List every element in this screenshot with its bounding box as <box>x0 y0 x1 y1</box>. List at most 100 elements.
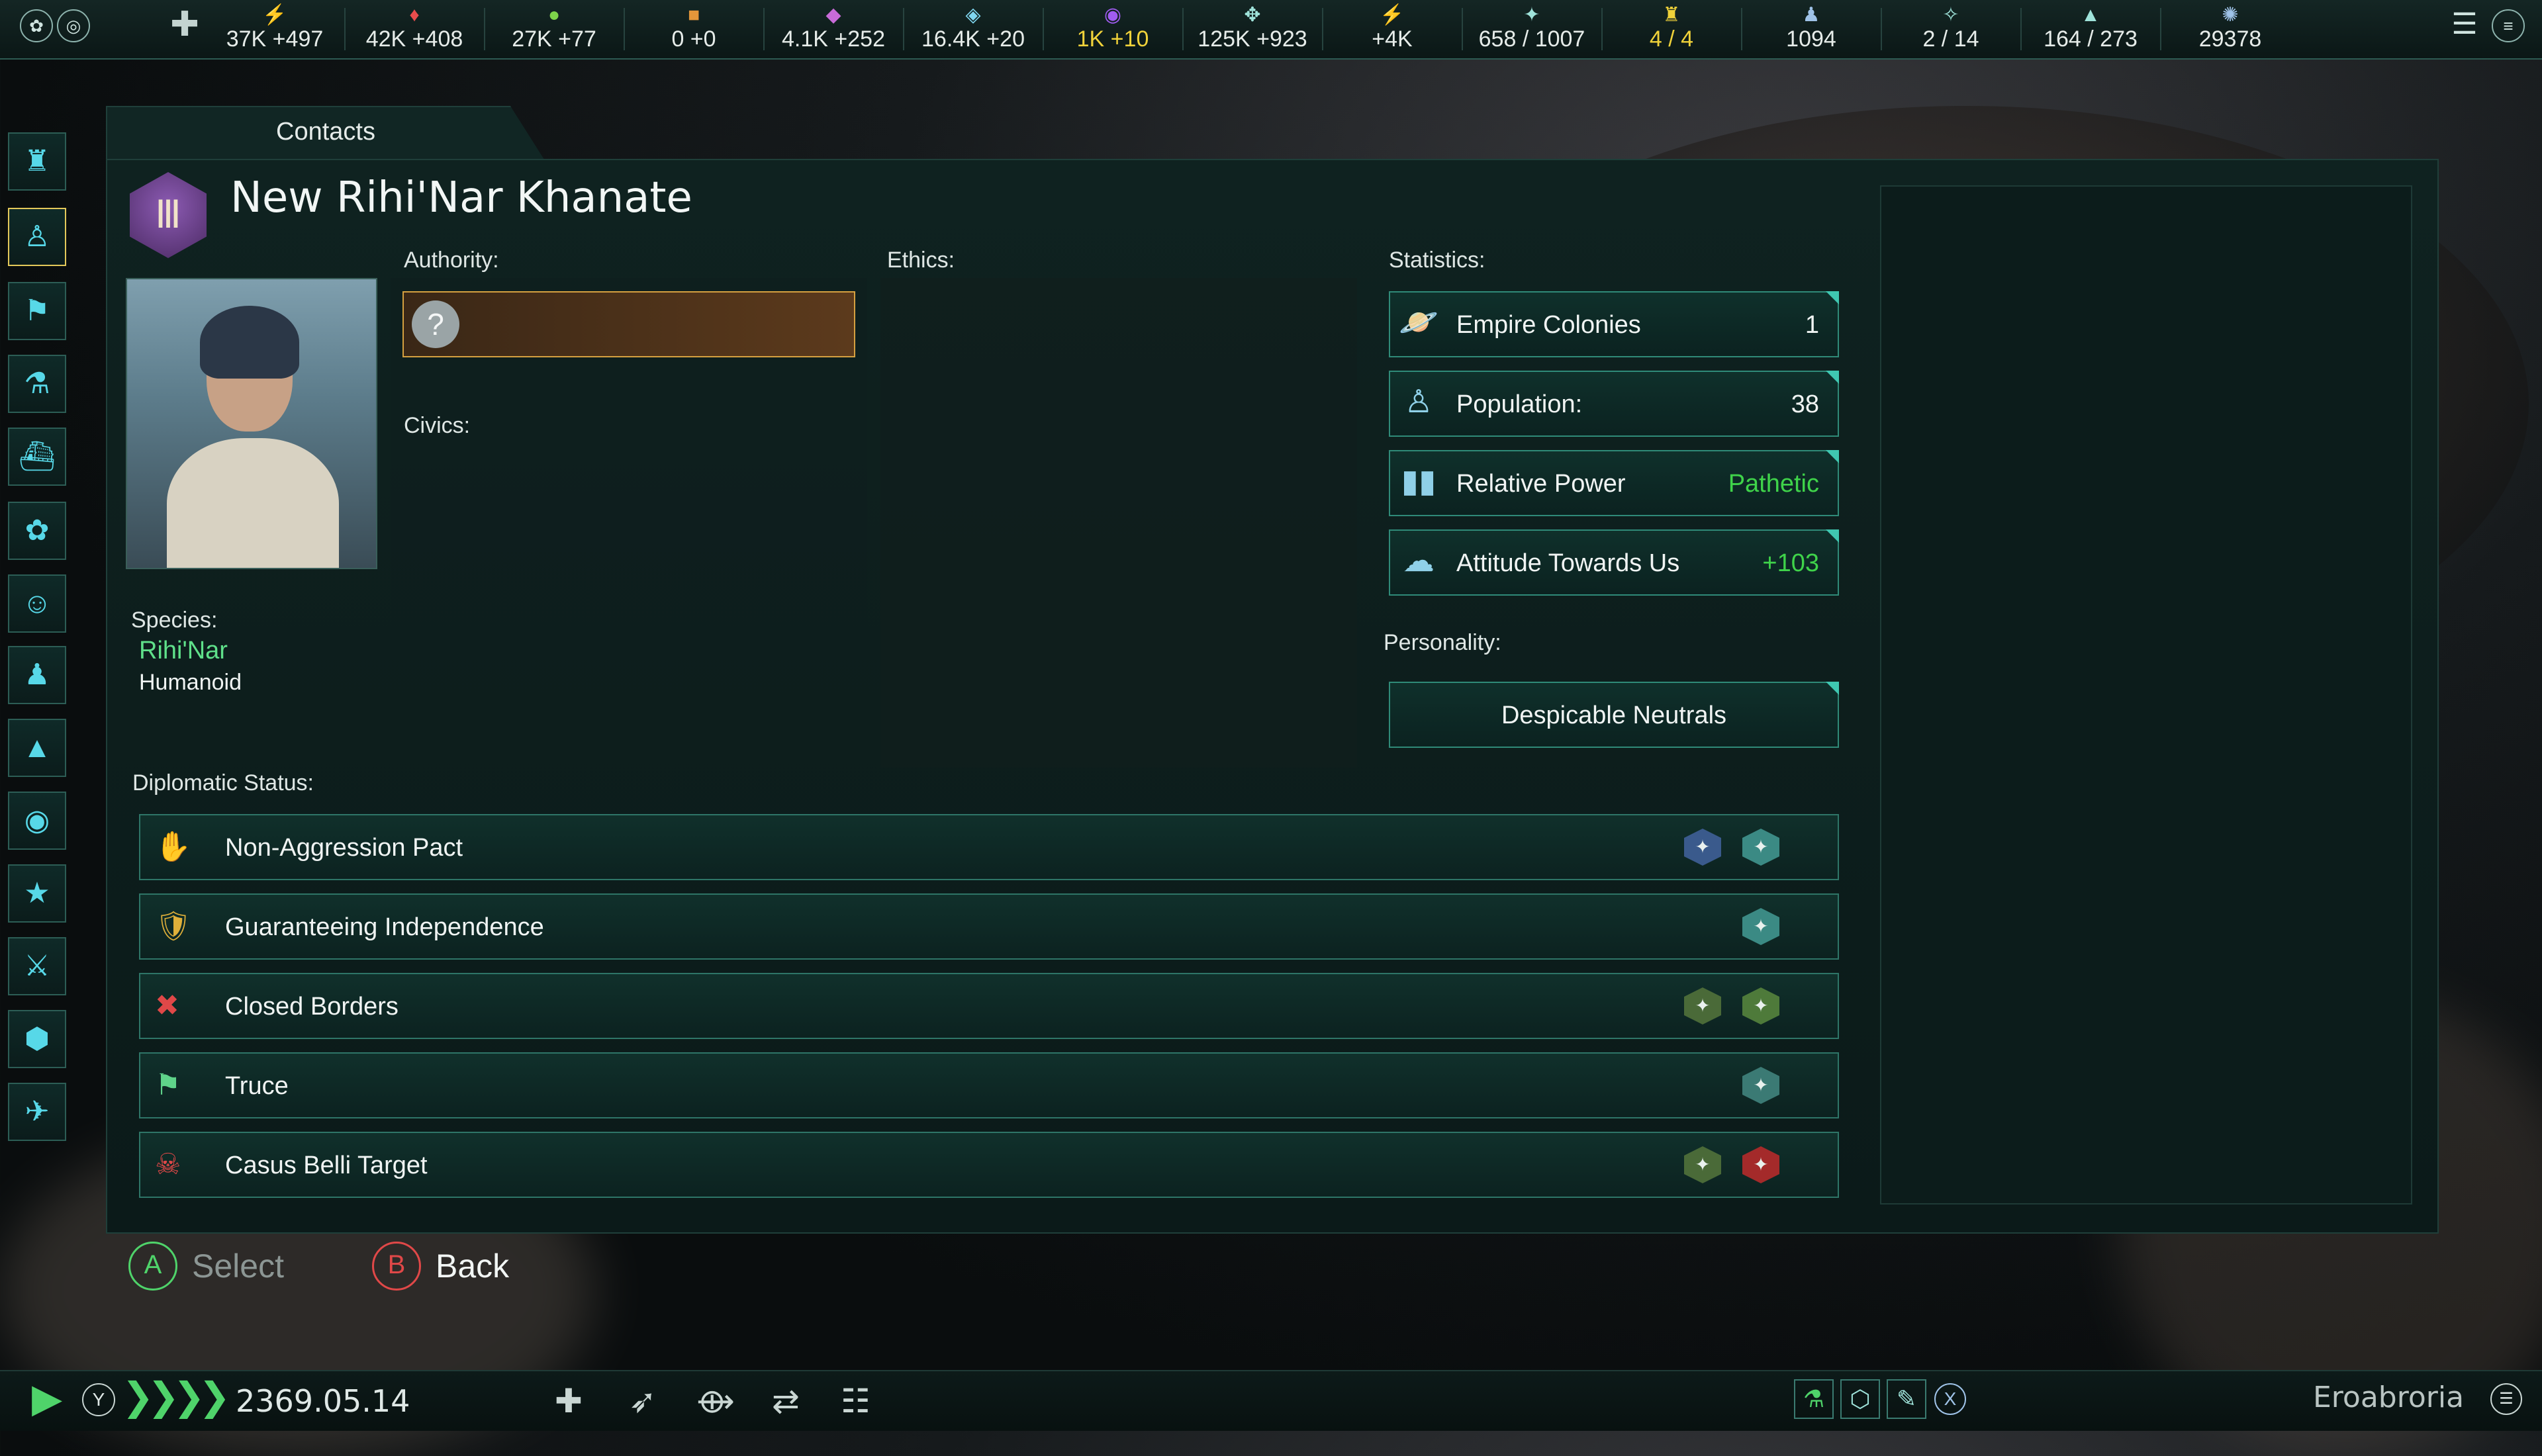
civics-label: Civics: <box>404 413 471 438</box>
stat-value: Pathetic <box>1728 470 1819 498</box>
empire-flag-teal[interactable]: ✦ <box>1742 908 1779 945</box>
sidebar-fleet-icon[interactable]: ⛴ <box>8 428 66 486</box>
diplomatic-status-row[interactable]: ☠ Casus Belli Target ✦ ✦ <box>139 1132 1839 1198</box>
expand-icon[interactable]: ✚ <box>555 1382 583 1420</box>
contacts-icon[interactable]: ☷ <box>841 1382 871 1420</box>
divider <box>1881 8 1882 50</box>
resource-value: +4K <box>1372 26 1413 52</box>
empire-flag-green[interactable]: ✦ <box>1684 1146 1721 1183</box>
sidebar-government-icon[interactable]: ♜ <box>8 132 66 191</box>
select-hint[interactable]: Select <box>192 1247 284 1285</box>
sidebar-traditions-icon[interactable]: ★ <box>8 864 66 923</box>
resource-value: 1094 <box>1786 26 1836 52</box>
authority-label: Authority: <box>404 248 499 273</box>
stat-row[interactable]: 🪐 Empire Colonies 1 <box>1389 291 1839 357</box>
personality-box[interactable]: Despicable Neutrals <box>1389 682 1839 748</box>
player-name: Eroabroria <box>2313 1381 2465 1414</box>
resource-bar: ✿ ◎ ✚ ⚡ 37K +497 ♦ 42K +408 ● 27K +77 ■ 0 +0 ◆ 4.… <box>0 0 2542 60</box>
tab-contacts[interactable]: Contacts <box>106 106 545 161</box>
sidebar-planets-icon[interactable]: ⬢ <box>8 1010 66 1068</box>
resource-fleet[interactable]: ▲ 164 / 273 <box>2024 4 2157 52</box>
divider <box>344 8 346 50</box>
sidebar-leaders-icon[interactable]: ♟ <box>8 646 66 704</box>
resource-minerals[interactable]: ♦ 42K +408 <box>348 4 481 52</box>
resource-starbase[interactable]: ✧ 2 / 14 <box>1885 4 2017 52</box>
empire-flag-olive[interactable]: ✦ <box>1742 987 1779 1024</box>
planets-view-icon[interactable]: ⟴ <box>696 1382 735 1420</box>
resource-unity[interactable]: ✥ 125K +923 <box>1186 4 1319 52</box>
notification-icon[interactable]: ⬡ <box>1840 1379 1880 1419</box>
sidebar-situation-icon[interactable]: ⚑ <box>8 282 66 340</box>
diplomatic-status-row[interactable]: 🛡 Guaranteeing Independence ✦ <box>139 893 1839 960</box>
resource-value: 4 / 4 <box>1649 26 1694 52</box>
empire-flag-teal[interactable]: ✦ <box>1742 1067 1779 1104</box>
expand-icon[interactable]: ✚ <box>169 7 200 42</box>
casus-belli-icon: ☠ <box>155 1148 181 1181</box>
resource-food[interactable]: ● 27K +77 <box>488 4 620 52</box>
relative-power-icon: ▮▮ <box>1401 464 1436 499</box>
options-icon[interactable]: ≡ <box>2492 9 2525 42</box>
resource-value: 2 / 14 <box>1922 26 1979 52</box>
back-hint[interactable]: Back <box>436 1247 509 1285</box>
stat-row[interactable]: ♙ Population: 38 <box>1389 371 1839 437</box>
notification-icon[interactable]: ⚗ <box>1794 1379 1834 1419</box>
market-icon[interactable]: ⇄ <box>772 1382 800 1420</box>
stat-label: Population: <box>1456 390 1583 418</box>
resource-planets[interactable]: ✺ 29378 <box>2164 4 2296 52</box>
diplomatic-status-row[interactable]: ⚑ Truce ✦ <box>139 1052 1839 1118</box>
species-name[interactable]: Rihi'Nar <box>139 637 228 665</box>
diplomatic-status-row[interactable]: ✋ Non-Aggression Pact ✦ ✦ <box>139 814 1839 880</box>
hamburger-menu-icon[interactable]: ☰ <box>2449 9 2480 40</box>
a-button-icon: A <box>128 1242 177 1291</box>
menu-icon[interactable]: ◎ <box>57 9 90 42</box>
authority-box[interactable]: ? <box>402 291 855 357</box>
sidebar-federation-icon[interactable]: ▲ <box>8 719 66 777</box>
divider <box>1182 8 1184 50</box>
resource-alloys[interactable]: ◆ 4.1K +252 <box>767 4 900 52</box>
outliner-icon[interactable]: ✿ <box>20 9 53 42</box>
resource-naval-capacity[interactable]: ✦ 658 / 1007 <box>1466 4 1598 52</box>
play-icon[interactable]: ▶ <box>32 1375 62 1422</box>
sidebar-wars-icon[interactable]: ⚔ <box>8 937 66 995</box>
resource-trade[interactable]: ■ 0 +0 <box>628 4 760 52</box>
resource-value: 37K +497 <box>226 26 324 52</box>
resource-value: 27K +77 <box>512 26 596 52</box>
empire-flag-teal[interactable]: ✦ <box>1742 829 1779 866</box>
sidebar-contacts-icon[interactable]: ♙ <box>8 208 66 266</box>
right-info-pane <box>1880 185 2412 1205</box>
corner-marker <box>1826 450 1839 463</box>
resource-pops[interactable]: ♟ 1094 <box>1745 4 1877 52</box>
sidebar-research-icon[interactable]: ⚗ <box>8 355 66 413</box>
resource-research[interactable]: ⚡ +4K <box>1326 4 1458 52</box>
stat-label: Relative Power <box>1456 470 1626 498</box>
diplomatic-status-label: Casus Belli Target <box>225 1152 428 1179</box>
sidebar-ships-icon[interactable]: ✈ <box>8 1083 66 1141</box>
game-speed-icon[interactable]: ❯❯❯❯ <box>122 1374 230 1419</box>
divider <box>1462 8 1463 50</box>
sidebar-species-icon[interactable]: ✿ <box>8 502 66 560</box>
influence-icon: ◉ <box>1104 4 1122 26</box>
sidebar-galaxy-icon[interactable]: ◉ <box>8 792 66 850</box>
resource-consumer-goods[interactable]: ◈ 16.4K +20 <box>907 4 1039 52</box>
resource-influence[interactable]: ◉ 1K +10 <box>1047 4 1179 52</box>
stat-row[interactable]: ☁ Attitude Towards Us +103 <box>1389 529 1839 596</box>
empire-flag-green[interactable]: ✦ <box>1684 987 1721 1024</box>
x-button-icon: X <box>1934 1383 1966 1415</box>
notification-icon[interactable]: ✎ <box>1887 1379 1926 1419</box>
divider <box>2160 8 2161 50</box>
fleet-manager-icon[interactable]: ➶ <box>629 1382 657 1420</box>
diplomatic-status-row[interactable]: ✖ Closed Borders ✦ ✦ <box>139 973 1839 1039</box>
attitude-icon: ☁ <box>1403 543 1435 578</box>
resource-energy[interactable]: ⚡ 37K +497 <box>209 4 341 52</box>
portrait-robe <box>167 438 339 568</box>
sidebar-factions-icon[interactable]: ☺ <box>8 574 66 633</box>
planet-icon: 🪐 <box>1399 305 1438 340</box>
game-date: 2369.05.14 <box>236 1383 410 1419</box>
resource-envoys[interactable]: ♜ 4 / 4 <box>1605 4 1738 52</box>
empire-flag-red[interactable]: ✦ <box>1742 1146 1779 1183</box>
stat-row[interactable]: ▮▮ Relative Power Pathetic <box>1389 450 1839 516</box>
pops-icon: ♟ <box>1802 4 1820 26</box>
food-icon: ● <box>547 4 561 26</box>
diplomatic-status-label: Truce <box>225 1072 289 1100</box>
empire-flag-blue[interactable]: ✦ <box>1684 829 1721 866</box>
